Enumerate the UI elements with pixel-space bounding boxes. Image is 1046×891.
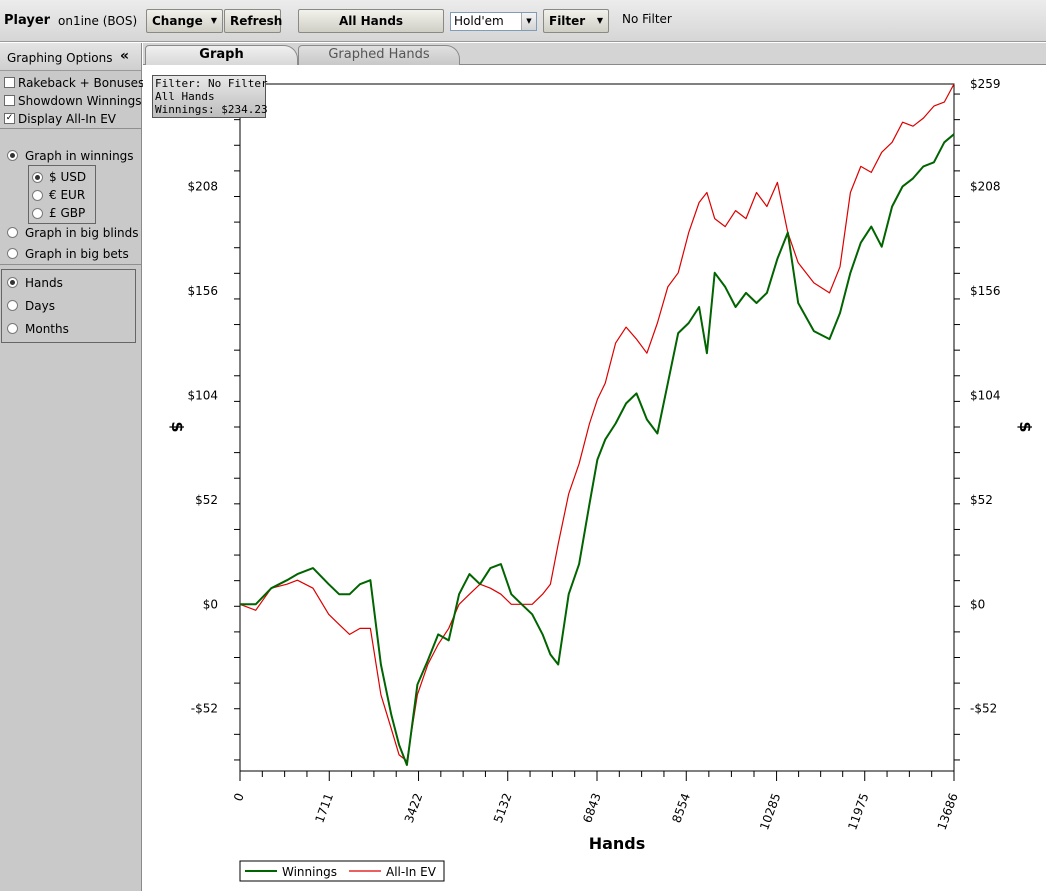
y-tick-label-left: $208 — [187, 179, 218, 193]
x-tick-label: 13686 — [935, 791, 961, 832]
y-tick-label-right: $0 — [970, 597, 985, 611]
y-tick-label-left: $0 — [203, 597, 218, 611]
y-tick-label-right: $259 — [970, 77, 1001, 91]
y-tick-label-right: $156 — [970, 284, 1001, 298]
info-hands: All Hands — [155, 90, 215, 103]
x-tick-label: 0 — [231, 791, 247, 803]
info-filter: Filter: No Filter — [155, 77, 268, 90]
legend-label-allin-ev: All-In EV — [386, 865, 437, 879]
x-tick-label: 5132 — [491, 791, 515, 824]
x-tick-label: 1711 — [312, 791, 336, 824]
y-tick-label-left: $52 — [195, 493, 218, 507]
x-tick-label: 11975 — [845, 791, 871, 832]
x-tick-label: 8554 — [669, 791, 693, 824]
chart-axes — [234, 83, 960, 781]
plot-frame — [239, 83, 955, 772]
y-tick-label-left: $156 — [187, 284, 218, 298]
info-winnings: Winnings: $234.23 — [155, 103, 268, 116]
chart-legend: Winnings All-In EV — [239, 860, 445, 882]
y-tick-label-right: $208 — [970, 179, 1001, 193]
x-tick-label: 3422 — [402, 791, 426, 824]
y-tick-label-left: -$52 — [191, 702, 218, 716]
y-tick-label-left: $104 — [187, 388, 218, 402]
y-tick-label-right: -$52 — [970, 702, 997, 716]
graph-info-box: Filter: No Filter All Hands Winnings: $2… — [152, 75, 268, 118]
x-tick-label: 10285 — [757, 791, 783, 832]
x-tick-label: 6843 — [580, 791, 604, 824]
y-tick-label-right: $104 — [970, 388, 1001, 402]
y-tick-label-right: $52 — [970, 493, 993, 507]
winnings-chart: $259$259$208$208$156$156$104$104$52$52$0… — [168, 77, 1035, 882]
y-axis-label-left: $ — [168, 421, 187, 432]
legend-label-winnings: Winnings — [282, 865, 337, 879]
x-axis-label: Hands — [589, 834, 646, 853]
y-axis-label-right: $ — [1016, 421, 1035, 432]
